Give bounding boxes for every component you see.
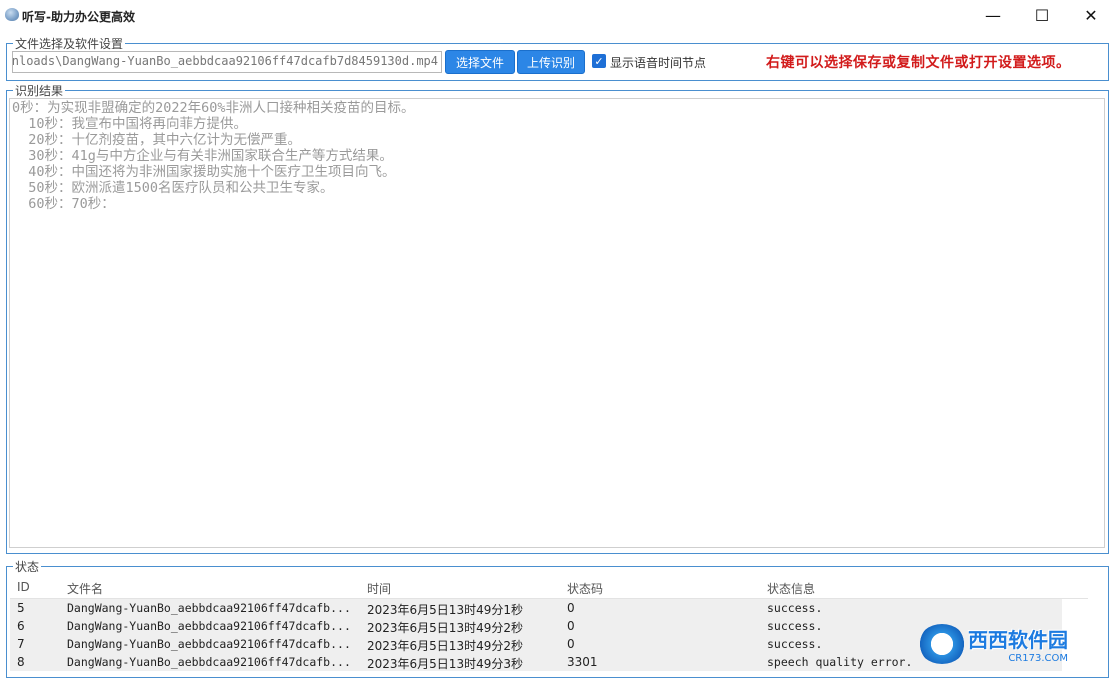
row-filename: DangWang-YuanBo_aebbdcaa92106ff47dcafb..… bbox=[67, 619, 351, 633]
result-line: 0秒：为实现非盟确定的2022年60%非洲人口接种相关疫苗的目标。 bbox=[12, 100, 415, 116]
column-header-status-info[interactable]: 状态信息 bbox=[767, 580, 815, 597]
status-table-header: ID 文件名 时间 状态码 状态信息 bbox=[10, 574, 1088, 599]
row-time: 2023年6月5日13时49分3秒 bbox=[367, 657, 523, 671]
result-line: 50秒：欧洲派遣1500名医疗队员和公共卫生专家。 bbox=[12, 180, 334, 196]
row-status-code: 0 bbox=[567, 601, 575, 615]
row-id: 7 bbox=[17, 637, 25, 651]
table-row[interactable]: 6 DangWang-YuanBo_aebbdcaa92106ff47dcafb… bbox=[10, 617, 1062, 635]
settings-legend: 文件选择及软件设置 bbox=[15, 37, 124, 51]
result-line: 60秒：70秒： bbox=[12, 196, 115, 212]
row-status-code: 0 bbox=[567, 637, 575, 651]
row-status-info: success. bbox=[767, 601, 823, 615]
table-row[interactable]: 7 DangWang-YuanBo_aebbdcaa92106ff47dcafb… bbox=[10, 635, 1062, 653]
watermark-main-text: 西西软件园 bbox=[968, 628, 1068, 652]
watermark-sub-text: CR173.COM bbox=[1008, 653, 1068, 664]
close-icon: ✕ bbox=[1084, 5, 1098, 25]
app-icon bbox=[5, 8, 19, 21]
column-header-status-code[interactable]: 状态码 bbox=[567, 580, 603, 597]
row-filename: DangWang-YuanBo_aebbdcaa92106ff47dcafb..… bbox=[67, 601, 351, 615]
row-status-info: success. bbox=[767, 637, 823, 651]
column-header-id[interactable]: ID bbox=[17, 580, 30, 594]
row-time: 2023年6月5日13时49分2秒 bbox=[367, 639, 523, 653]
result-legend: 识别结果 bbox=[15, 84, 64, 98]
window-title: 听写-助力办公更高效 bbox=[22, 10, 135, 24]
minimize-button[interactable]: — bbox=[970, 0, 1016, 30]
select-file-button[interactable]: 选择文件 bbox=[445, 50, 515, 74]
result-textarea[interactable]: 0秒：为实现非盟确定的2022年60%非洲人口接种相关疫苗的目标。 10秒：我宣… bbox=[9, 98, 1105, 548]
row-status-info: success. bbox=[767, 619, 823, 633]
watermark-logo: 西西软件园 CR173.COM bbox=[918, 624, 1096, 664]
table-row[interactable]: 8 DangWang-YuanBo_aebbdcaa92106ff47dcafb… bbox=[10, 653, 1062, 671]
column-header-time[interactable]: 时间 bbox=[367, 580, 391, 597]
row-filename: DangWang-YuanBo_aebbdcaa92106ff47dcafb..… bbox=[67, 655, 351, 669]
result-line: 30秒：41g与中方企业与有关非洲国家联合生产等方式结果。 bbox=[12, 148, 393, 164]
row-id: 5 bbox=[17, 601, 25, 615]
row-time: 2023年6月5日13时49分1秒 bbox=[367, 603, 523, 617]
result-line: 40秒：中国还将为非洲国家援助实施十个医疗卫生项目向飞。 bbox=[12, 164, 396, 180]
row-filename: DangWang-YuanBo_aebbdcaa92106ff47dcafb..… bbox=[67, 637, 351, 651]
row-id: 8 bbox=[17, 655, 25, 669]
row-status-code: 0 bbox=[567, 619, 575, 633]
row-time: 2023年6月5日13时49分2秒 bbox=[367, 621, 523, 635]
show-timestamps-label: 显示语音时间节点 bbox=[610, 56, 707, 70]
watermark-text: 西西软件园 CR173.COM bbox=[968, 624, 1068, 664]
show-timestamps-checkbox[interactable]: ✓ bbox=[592, 54, 606, 68]
status-legend: 状态 bbox=[15, 560, 40, 574]
right-click-hint: 右键可以选择保存或复制文件或打开设置选项。 bbox=[766, 55, 1071, 71]
upload-recognize-button[interactable]: 上传识别 bbox=[517, 50, 585, 74]
result-line: 10秒：我宣布中国将再向菲方提供。 bbox=[12, 116, 248, 132]
file-path-text: ownloads\DangWang-YuanBo_aebbdcaa92106ff… bbox=[12, 54, 438, 68]
minimize-icon: — bbox=[985, 5, 1001, 25]
column-header-filename[interactable]: 文件名 bbox=[67, 580, 357, 597]
file-path-input[interactable]: ownloads\DangWang-YuanBo_aebbdcaa92106ff… bbox=[12, 51, 442, 73]
watermark-icon bbox=[918, 624, 966, 664]
row-status-info: speech quality error. bbox=[767, 655, 913, 669]
close-button[interactable]: ✕ bbox=[1068, 0, 1114, 30]
result-line: 20秒：十亿剂疫苗，其中六亿计为无偿严重。 bbox=[12, 132, 302, 148]
title-bar: 听写-助力办公更高效 — ☐ ✕ bbox=[0, 0, 1116, 30]
row-id: 6 bbox=[17, 619, 25, 633]
maximize-button[interactable]: ☐ bbox=[1019, 0, 1065, 30]
table-row[interactable]: 5 DangWang-YuanBo_aebbdcaa92106ff47dcafb… bbox=[10, 599, 1062, 617]
row-status-code: 3301 bbox=[567, 655, 598, 669]
checkmark-icon: ✓ bbox=[594, 54, 604, 68]
maximize-icon: ☐ bbox=[1034, 5, 1050, 25]
